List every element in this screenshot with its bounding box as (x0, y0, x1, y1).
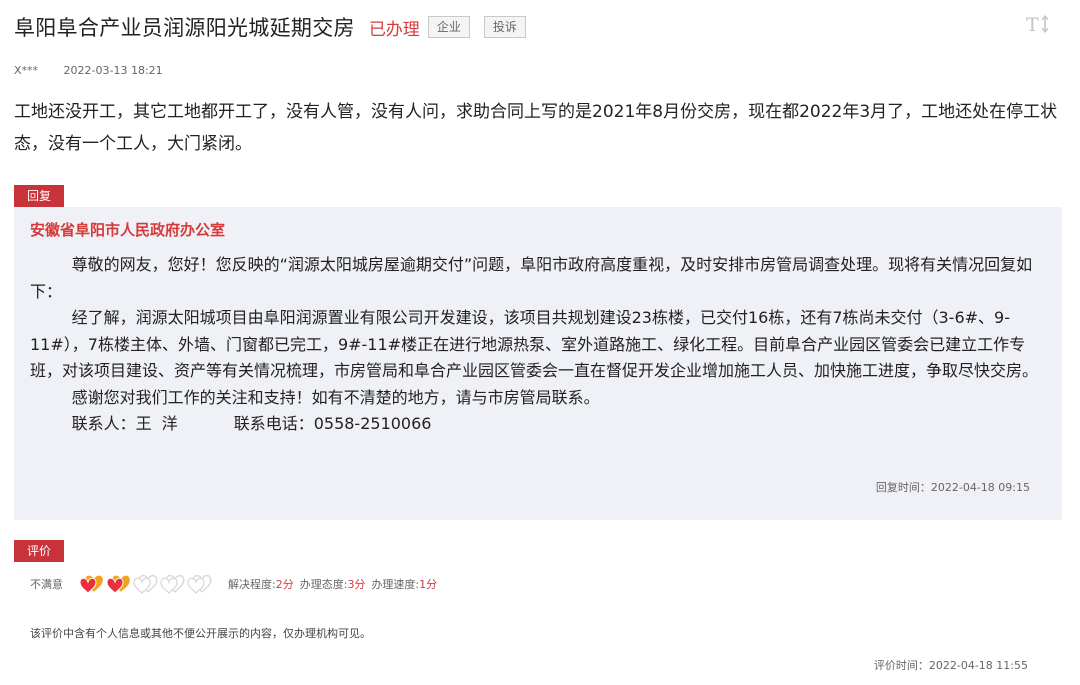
font-size-icon[interactable]: T (1024, 10, 1052, 38)
question-text: 工地还没开工，其它工地都开工了，没有人管，没有人问，求助合同上写的是2021年8… (14, 102, 1058, 154)
author-name: X*** (14, 64, 39, 77)
reply-organization: 安徽省阜阳市人民政府办公室 (30, 221, 226, 239)
evaluation-time: 评价时间：2022-04-18 11:55 (873, 659, 1028, 672)
heart-empty-icon[interactable] (158, 572, 186, 596)
heart-rating (77, 572, 212, 596)
score-label: 解决程度: (228, 578, 276, 591)
heart-empty-icon[interactable] (131, 572, 159, 596)
reply-paragraph: 感谢您对我们工作的关注和支持！如有不清楚的地方，请与市房管局联系。 (71, 387, 600, 407)
reply-paragraph: 尊敬的网友，您好！您反映的“润源太阳城房屋逾期交付”问题，阜阳市政府高度重视，及… (30, 255, 1033, 301)
tag-enterprise[interactable]: 企业 (427, 16, 470, 38)
evaluation-label: 评价 (14, 540, 64, 562)
reply-contact: 联系人：王 洋 联系电话：0558-2510066 (71, 414, 432, 433)
reply-paragraph: 经了解，润源太阳城项目由阜阳润源置业有限公司开发建设，该项目共规划建设23栋楼，… (30, 308, 1039, 380)
score-value: 2分 (275, 578, 294, 591)
heart-empty-icon[interactable] (185, 572, 213, 596)
status-text: 已办理 (368, 19, 420, 40)
reply-box: 安徽省阜阳市人民政府办公室 尊敬的网友，您好！您反映的“润源太阳城房屋逾期交付”… (14, 207, 1062, 520)
header: 阜阳阜合产业员润源阳光城延期交房 已办理 企业 投诉 (14, 12, 526, 42)
heart-filled-icon[interactable] (77, 572, 105, 596)
score-value: 3分 (347, 578, 366, 591)
reply-time: 回复时间：2022-04-18 09:15 (875, 481, 1030, 494)
overall-rating: 不满意 (30, 578, 63, 591)
tag-complaint[interactable]: 投诉 (483, 16, 526, 38)
score-label: 办理速度: (371, 578, 420, 591)
evaluation-notice: 该评价中含有个人信息或其他不便公开展示的内容，仅办理机构可见。 (30, 627, 371, 640)
reply-label: 回复 (14, 185, 64, 207)
score-value: 1分 (419, 578, 438, 591)
heart-filled-icon[interactable] (104, 572, 132, 596)
score-label: 办理态度: (299, 578, 348, 591)
rating-row: 不满意 解决程度: 2分 办理态度: 3分 办理速度: 1分 (30, 572, 443, 596)
svg-text:T: T (1026, 14, 1039, 36)
post-meta: X*** 2022-03-13 18:21 (14, 64, 163, 77)
reply-body: 尊敬的网友，您好！您反映的“润源太阳城房屋逾期交付”问题，阜阳市政府高度重视，及… (30, 252, 1042, 438)
post-date: 2022-03-13 18:21 (63, 64, 163, 77)
page-title: 阜阳阜合产业员润源阳光城延期交房 (14, 16, 355, 40)
